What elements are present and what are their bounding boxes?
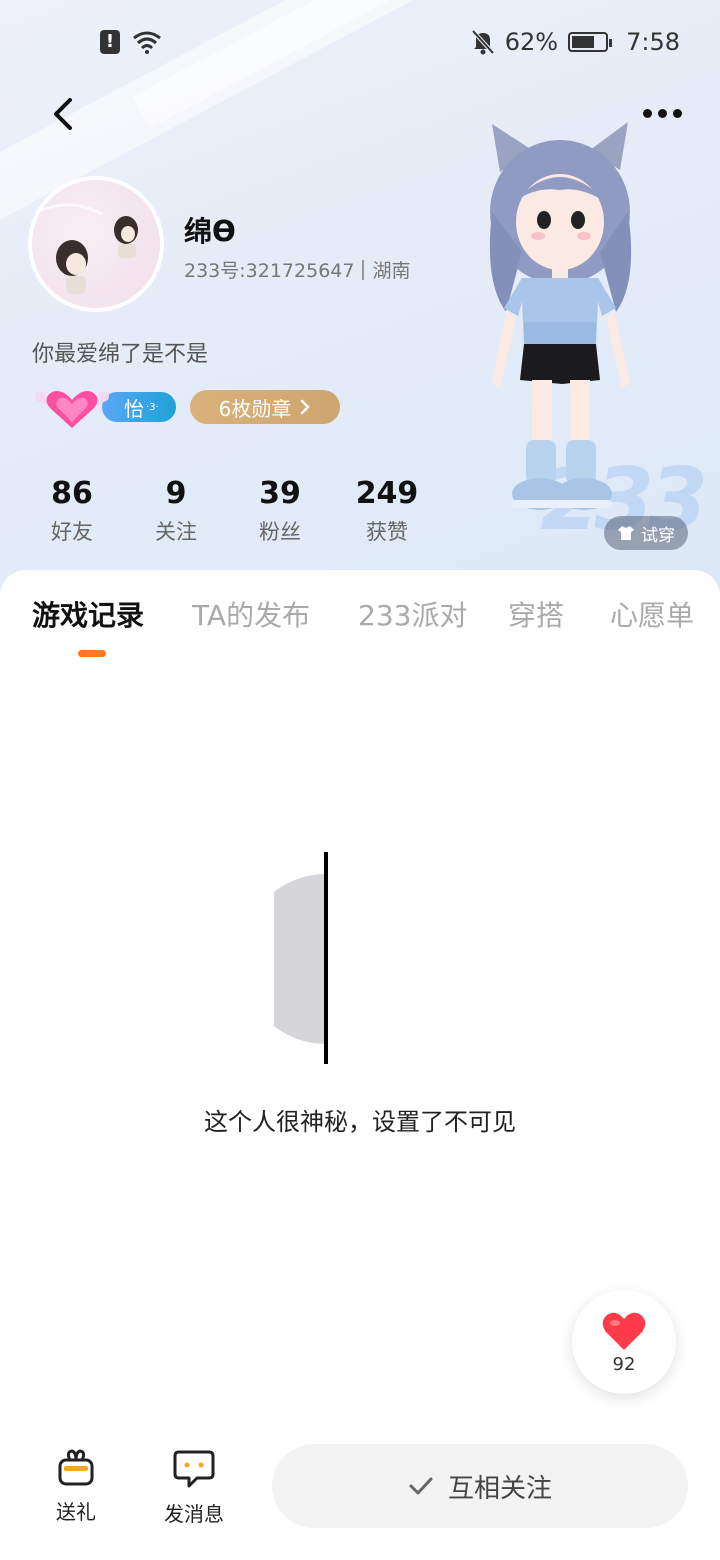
stat-likes[interactable]: 249 获赞 [332, 474, 442, 546]
user-location: 湖南 [372, 260, 411, 282]
stat-value: 9 [165, 476, 187, 511]
level-name: 怡 [124, 396, 144, 421]
follow-label: 互相关注 [447, 1473, 552, 1504]
heart-icon [602, 1312, 646, 1350]
chat-bubble-icon [173, 1450, 215, 1488]
like-button[interactable]: 92 [572, 1290, 676, 1394]
gift-icon [58, 1449, 94, 1486]
try-on-label: 试穿 [641, 525, 675, 546]
bottom-action-bar: 送礼 发消息 互相关注 [0, 1430, 720, 1560]
wifi-icon [133, 31, 161, 54]
active-tab-indicator [78, 650, 106, 657]
stat-following[interactable]: 9 关注 [124, 474, 228, 546]
level-sup: ·3· [146, 401, 159, 413]
medals-label: 6枚勋章 [218, 396, 292, 421]
back-button[interactable] [44, 92, 84, 136]
user-id-row: 233号:321725647 湖南 [184, 256, 410, 283]
stat-label: 关注 [155, 520, 197, 544]
battery-percentage: 62% [504, 28, 559, 56]
avatar-3d-figure[interactable] [440, 112, 680, 542]
battery-charging-icon [568, 32, 613, 52]
avatar[interactable] [28, 176, 164, 312]
chevron-right-icon [301, 399, 311, 415]
stat-value: 249 [355, 476, 419, 511]
user-id[interactable]: 233号:321725647 [184, 256, 354, 283]
check-icon [409, 1477, 433, 1495]
alert-icon: ! [100, 30, 120, 54]
try-on-button[interactable]: 试穿 [604, 516, 688, 550]
divider [362, 259, 365, 280]
empty-state-text: 这个人很神秘，设置了不可见 [204, 1108, 516, 1136]
message-label: 发消息 [164, 1502, 224, 1526]
stats-row: 86 好友 9 关注 39 粉丝 249 获赞 [20, 474, 442, 546]
avatar-image [41, 203, 138, 294]
tab-party[interactable]: 233派对 [358, 594, 467, 634]
mutual-follow-button[interactable]: 互相关注 [272, 1444, 688, 1528]
gift-button[interactable]: 送礼 [56, 1448, 96, 1525]
medals-button[interactable]: 6枚勋章 [190, 390, 340, 424]
chevron-left-icon [54, 98, 72, 130]
username: 绵ϴ [184, 215, 236, 248]
tab-wishlist[interactable]: 心愿单 [610, 594, 694, 634]
content-panel: 游戏记录 TA的发布 233派对 穿搭 心愿单 这个人很神秘，设置了不可见 92 [0, 570, 720, 1560]
stat-label: 粉丝 [259, 520, 301, 544]
empty-state-icon [274, 852, 328, 1064]
level-badge[interactable]: 怡 ·3· [30, 382, 176, 432]
stat-value: 86 [51, 476, 93, 511]
mute-bell-icon [471, 29, 495, 55]
tab-outfits[interactable]: 穿搭 [508, 594, 564, 634]
stat-value: 39 [259, 476, 301, 511]
message-button[interactable]: 发消息 [164, 1448, 224, 1527]
user-bio: 你最爱绵了是不是 [32, 342, 209, 367]
stat-friends[interactable]: 86 好友 [20, 474, 124, 546]
like-count: 92 [612, 1353, 636, 1375]
stat-label: 获赞 [366, 520, 408, 544]
shirt-icon [618, 526, 634, 540]
stat-label: 好友 [51, 520, 93, 544]
tab-bar: 游戏记录 TA的发布 233派对 穿搭 心愿单 [0, 594, 720, 642]
gift-label: 送礼 [56, 1500, 96, 1524]
clock: 7:58 [626, 28, 680, 56]
tab-game-records[interactable]: 游戏记录 [32, 594, 144, 634]
tab-posts[interactable]: TA的发布 [192, 594, 310, 634]
winged-heart-icon [35, 391, 109, 428]
badge-row: 怡 ·3· 6枚勋章 [30, 382, 340, 432]
stat-followers[interactable]: 39 粉丝 [228, 474, 332, 546]
status-bar: ! 62% 7:58 [0, 0, 720, 84]
